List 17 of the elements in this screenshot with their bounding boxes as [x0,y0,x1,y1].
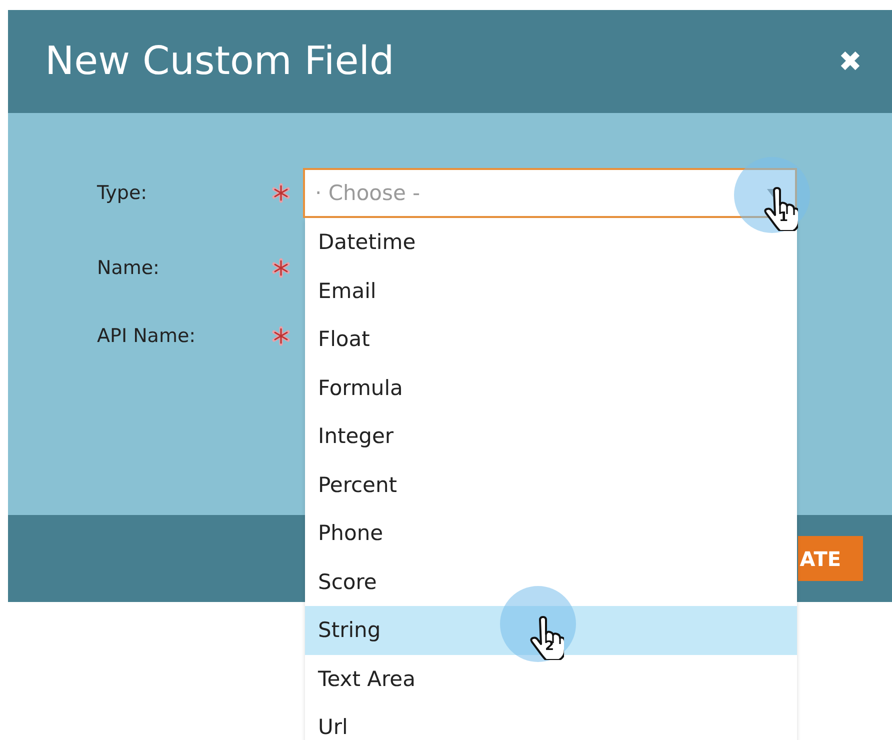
option-item[interactable]: Score [305,558,797,606]
option-item[interactable]: Phone [305,509,797,558]
option-item[interactable]: Email [305,266,797,315]
option-item[interactable]: Integer [305,412,797,460]
close-button[interactable]: ✖ [838,45,862,78]
option-item[interactable]: Percent [305,460,797,509]
option-item[interactable]: Formula [305,364,797,412]
field-label: API Name: [97,325,197,347]
field-label: Name: [97,257,160,279]
option-item[interactable]: Float [305,315,797,364]
option-item[interactable]: Text Area [305,654,797,703]
hand-cursor-icon [530,616,564,660]
step-number: 2 [545,639,554,654]
select-placeholder: · Choose - [315,181,420,205]
field-label: Type: [97,182,148,204]
option-item[interactable]: Url [305,703,797,740]
dialog-title: New Custom Field [45,39,394,84]
